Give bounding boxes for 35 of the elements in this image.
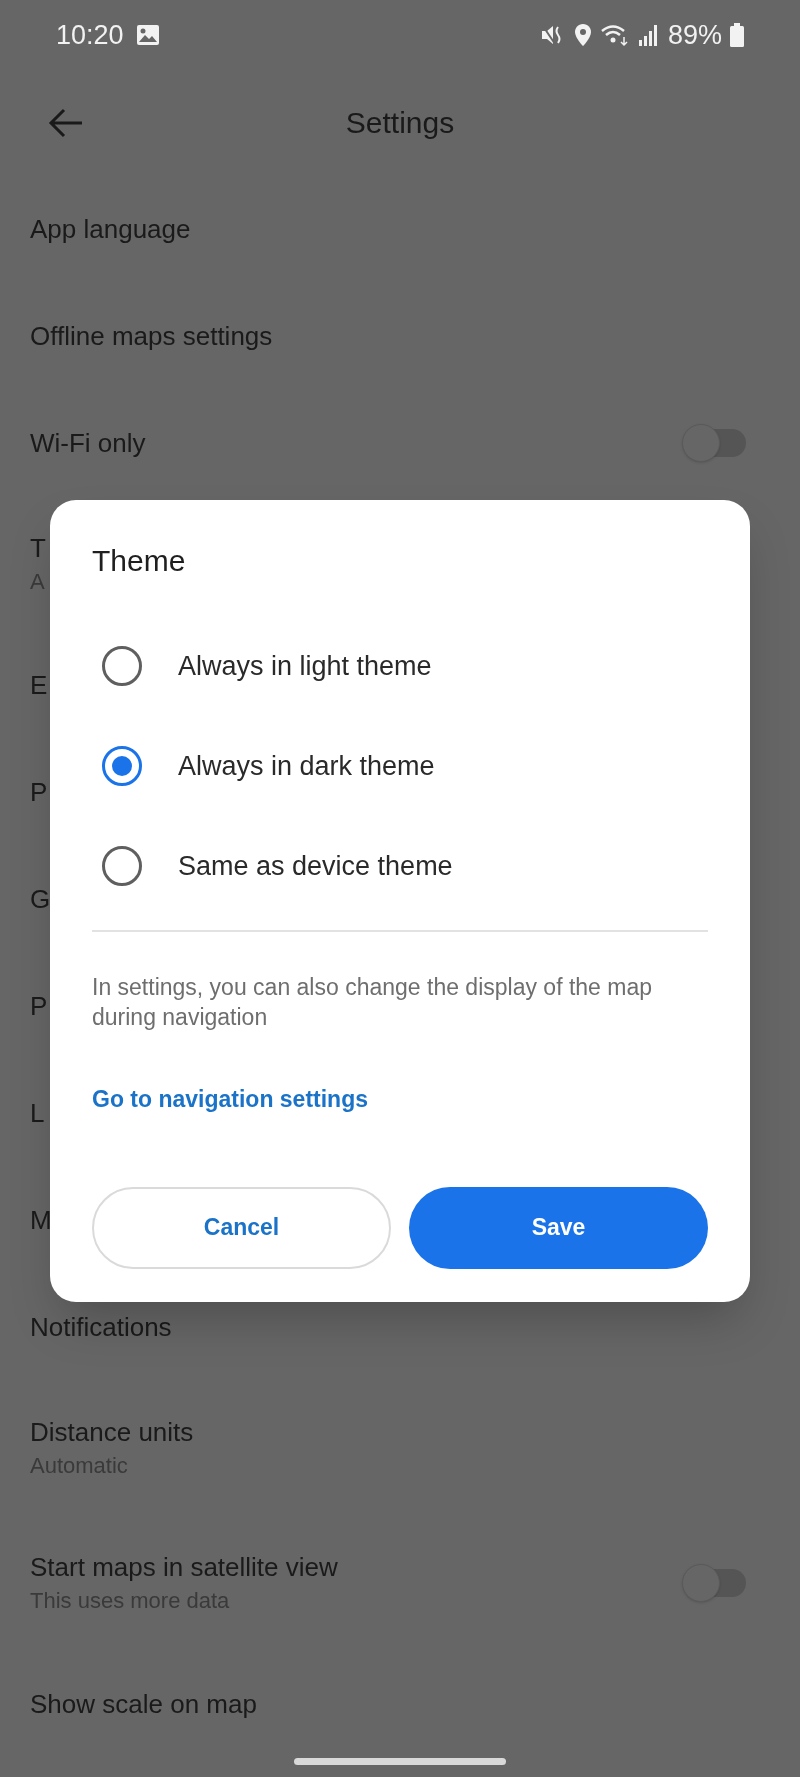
image-icon xyxy=(135,24,160,46)
signal-icon xyxy=(637,23,660,47)
wifi-icon xyxy=(599,23,630,47)
setting-title[interactable]: P xyxy=(30,987,48,1024)
location-icon xyxy=(573,23,592,47)
option-label[interactable]: Always in light theme xyxy=(178,645,432,687)
page-title: Settings xyxy=(345,105,455,141)
dialog-note: In settings, you can also change the display of the map during navigation xyxy=(92,973,654,1032)
radio-button[interactable] xyxy=(102,846,142,886)
battery-percent: 89% xyxy=(667,18,722,52)
setting-title[interactable]: Offline maps settings xyxy=(30,317,273,354)
back-arrow-icon[interactable] xyxy=(48,106,84,139)
radio-button[interactable] xyxy=(102,746,142,786)
status-time: 10:20 xyxy=(56,18,124,52)
cancel-button[interactable]: Cancel xyxy=(92,1186,391,1269)
radio-button[interactable] xyxy=(102,646,142,686)
setting-title[interactable]: App language xyxy=(30,210,191,247)
dialog-title: Theme xyxy=(92,543,187,579)
option-label[interactable]: Same as device theme xyxy=(178,845,453,887)
option-label[interactable]: Always in dark theme xyxy=(178,745,435,787)
navigation-settings-link[interactable]: Go to navigation settings xyxy=(92,1086,368,1112)
toggle-switch[interactable] xyxy=(682,1564,746,1601)
setting-title[interactable]: Start maps in satellite view xyxy=(30,1548,338,1585)
setting-title[interactable]: Wi-Fi only xyxy=(30,424,146,461)
save-button[interactable]: Save xyxy=(409,1186,708,1269)
setting-title[interactable]: T xyxy=(30,529,46,566)
setting-title[interactable]: Show scale on map xyxy=(30,1685,257,1722)
toggle-switch[interactable] xyxy=(682,424,746,461)
setting-title[interactable]: Notifications xyxy=(30,1308,172,1345)
battery-icon xyxy=(730,23,744,47)
setting-title[interactable]: P xyxy=(30,773,48,810)
setting-title[interactable]: E xyxy=(30,666,48,703)
setting-title[interactable]: L xyxy=(30,1094,45,1131)
setting-title[interactable]: Distance units xyxy=(30,1413,194,1450)
setting-title[interactable]: G xyxy=(30,880,51,917)
